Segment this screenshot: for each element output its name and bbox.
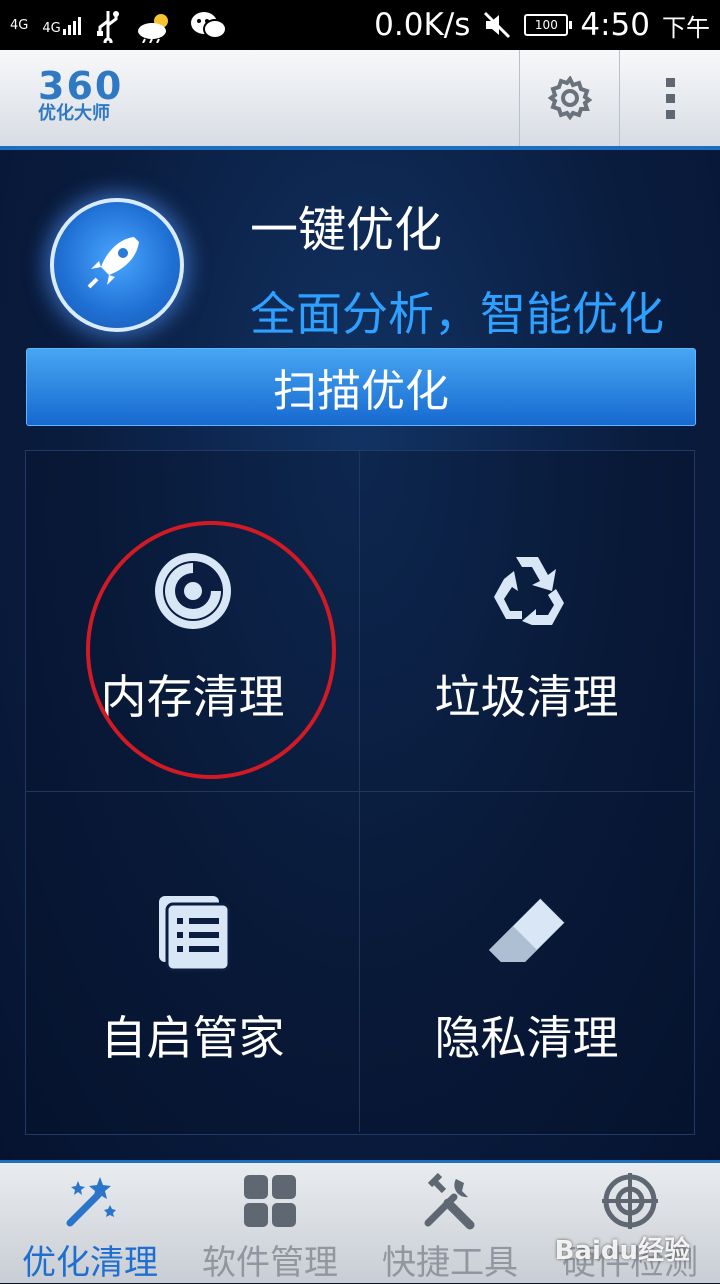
magic-wand-icon [66,1177,116,1227]
mute-icon [484,11,511,39]
status-bar: 4G 4G 0.0K/s 100 4:50 下午 [0,0,720,50]
eraser-icon [482,887,572,977]
tools-grid: 内存清理 垃圾清理 自启管家 隐私清理 [25,450,695,1135]
status-right: 0.0K/s 100 4:50 下午 [374,0,710,50]
usb-icon [96,11,119,43]
app-logo: 360 优化大师 [38,64,178,124]
nav-label: 优化清理 [22,1243,158,1283]
nav-label: 软件管理 [202,1243,338,1283]
app-top-bar: 360 优化大师 [0,50,720,150]
list-icon [148,887,238,977]
gear-icon [548,76,592,120]
signal-2-icon: 4G [42,17,81,36]
target-icon [602,1173,658,1229]
clock-ampm: 下午 [662,13,710,42]
more-menu-button[interactable] [619,50,720,146]
network-2-label: 4G [42,21,61,36]
net-speed: 0.0K/s [374,7,471,43]
tile-junk-clean[interactable]: 垃圾清理 [360,451,693,792]
tools-icon [424,1172,475,1230]
main-panel: 一键优化 全面分析，智能优化 扫描优化 内存清理 垃圾清理 自启管家 隐私清理 [0,150,720,1160]
battery-icon: 100 [524,14,573,36]
more-vert-icon [665,77,675,119]
logo-number: 360 [38,64,124,108]
highlight-circle [86,521,336,779]
page-title: 一键优化 [250,202,443,258]
tile-label: 自启管家 [100,1011,285,1065]
wechat-icon [190,12,227,39]
nav-label: 快捷工具 [382,1243,518,1283]
clock-time: 4:50 [580,7,650,43]
grid-icon [244,1175,296,1227]
settings-button[interactable] [519,50,620,146]
nav-software-manager[interactable]: 软件管理 [180,1163,360,1283]
nav-quick-tools[interactable]: 快捷工具 [360,1163,540,1283]
page-subtitle: 全面分析，智能优化 [250,287,664,341]
signal-1-icon: 4G [10,18,29,33]
optimize-rocket-button[interactable] [50,198,184,332]
tile-autostart-manager[interactable]: 自启管家 [26,792,360,1132]
recycle-icon [482,546,572,636]
tile-privacy-clean[interactable]: 隐私清理 [360,792,693,1132]
tile-label: 垃圾清理 [434,670,619,724]
tile-memory-clean[interactable]: 内存清理 [26,451,360,792]
scan-optimize-button[interactable]: 扫描优化 [26,348,696,426]
logo-text: 优化大师 [38,103,110,124]
network-1-label: 4G [10,18,29,33]
baidu-watermark: Baidu经验 [554,1236,690,1266]
tile-label: 隐私清理 [434,1011,619,1065]
rocket-icon [87,237,139,289]
status-left: 4G 4G [10,6,227,46]
bottom-nav: 优化清理 软件管理 快捷工具 硬件检测 Baidu经验 [0,1160,720,1283]
battery-level: 100 [534,18,558,32]
weather-icon [137,14,168,43]
nav-optimize-clean[interactable]: 优化清理 [0,1163,180,1283]
